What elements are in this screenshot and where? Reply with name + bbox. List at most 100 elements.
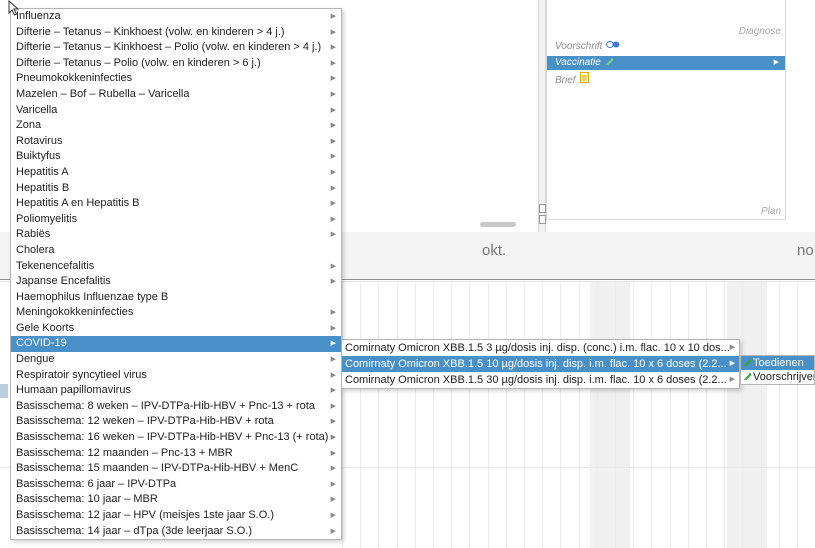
timeline-day-line [724,281,725,548]
submenu-arrow-icon: ▶ [330,324,336,332]
timeline-day-line [633,281,634,548]
menu-item-label: COVID-19 [16,337,67,350]
pills-icon [606,41,620,52]
menu-item[interactable]: Rotavirus ▶ [11,134,341,150]
menu-item[interactable]: Influenza ▶ [11,9,341,25]
timeline-day-line [378,281,379,548]
vaccine-product-item[interactable]: Comirnaty Omicron XBB.1.5 3 µg/dosis inj… [342,340,739,356]
menu-item[interactable]: Pneumokokkeninfecties ▶ [11,71,341,87]
menu-item[interactable]: Buiktyfus ▶ [11,149,341,165]
menu-item[interactable]: Hepatitis A ▶ [11,165,341,181]
vaccination-context-menu: Influenza ▶ Difterie – Tetanus – Kinkhoest… [10,8,342,541]
timeline-day-line [761,281,762,548]
submenu-arrow-icon: ▶ [330,527,336,535]
timeline-day-line [579,281,580,548]
menu-item-label: Gele Koorts [16,321,75,334]
submenu-arrow-icon: ▶ [330,90,336,98]
menu-item[interactable]: Zona ▶ [11,118,341,134]
submenu-arrow-icon: ▶ [330,59,336,67]
submenu-arrow-icon: ▶ [330,449,336,457]
menu-item[interactable]: Basisschema: 12 jaar – HPV (meisjes 1ste… [11,508,341,524]
menu-item-label: Basisschema: 8 weken – IPV-DTPa-Hib-HBV … [16,399,315,412]
menu-item-label: Meningokokkeninfecties [16,306,134,319]
submenu-arrow-icon: ▶ [330,512,336,519]
action-item-toedienen[interactable]: Toedienen [741,356,814,370]
timeline-day-line [742,281,743,548]
menu-item[interactable]: Hepatitis B ▶ [11,181,341,197]
menu-item[interactable]: Gele Koorts ▶ [11,321,341,337]
menu-item-label: Basisschema: 12 maanden – Pnc-13 + MBR [16,446,233,459]
menu-item[interactable]: Poliomyelitis ▶ [11,212,341,228]
menu-item[interactable]: Japanse Encefalitis ▶ [11,274,341,290]
timeline-day-line [433,281,434,548]
menu-item[interactable]: Basisschema: 12 weken – IPV-DTPa-Hib-HBV… [11,414,341,430]
timeline-day-line [651,281,652,548]
menu-item-label: Basisschema: 12 weken – IPV-DTPa-Hib-HBV… [16,415,274,428]
vaccine-product-label: Comirnaty Omicron XBB.1.5 3 µg/dosis inj… [345,342,730,354]
timeline-day-line [360,281,361,548]
soap-item-vaccinatie[interactable]: Vaccinatie ▶ [547,56,785,70]
timeline-day-line [451,281,452,548]
menu-item-label: Hepatitis A [16,165,69,178]
menu-item[interactable]: Difterie – Tetanus – Kinkhoest (volw. en… [11,25,341,41]
menu-item[interactable]: Mazelen – Bof – Rubella – Varicella ▶ [11,87,341,103]
menu-item[interactable]: Basisschema: 14 jaar – dTpa (3de leerjaa… [11,524,341,540]
menu-item-label: Pneumokokkeninfecties [16,72,133,85]
menu-item[interactable]: Rabiës ▶ [11,227,341,243]
timeline-day-line [706,281,707,548]
menu-item[interactable]: Varicella ▶ [11,103,341,119]
menu-item[interactable]: Humaan papillomavirus ▶ [11,383,341,399]
submenu-arrow-icon: ▶ [773,59,779,66]
document-icon [579,72,589,86]
vertical-splitter[interactable] [538,0,546,232]
soap-item-label: Brief [555,75,576,86]
submenu-arrow-icon: ▶ [330,168,336,176]
menu-item-label: Cholera [16,243,55,256]
submenu-arrow-icon: ▶ [330,309,336,317]
soap-item-brief[interactable]: Brief [547,72,785,86]
menu-item[interactable]: Meningokokkeninfecties ▶ [11,305,341,321]
weekend-shade [590,281,630,548]
timeline-day-line [560,281,561,548]
submenu-arrow-icon: ▶ [330,418,336,426]
splitter-grip-icon[interactable] [539,204,546,226]
menu-item[interactable]: Difterie – Tetanus – Kinkhoest – Polio (… [11,40,341,56]
menu-item-label: Basisschema: 6 jaar – IPV-DTPa [16,477,177,490]
covid19-vaccine-submenu: Comirnaty Omicron XBB.1.5 3 µg/dosis inj… [341,339,740,389]
menu-item[interactable]: Basisschema: 10 jaar – MBR ▶ [11,492,341,508]
menu-item[interactable]: Basisschema: 12 maanden – Pnc-13 + MBR ▶ [11,446,341,462]
menu-item-label: Hepatitis B [16,181,70,194]
menu-item[interactable]: Basisschema: 16 weken – IPV-DTPa-Hib-HBV… [11,430,341,446]
soap-panel: Diagnose Voorschrift Vaccinatie ▶ Brief Pla… [546,0,786,220]
soap-item-voorschrift[interactable]: Voorschrift [547,40,785,54]
menu-item[interactable]: Basisschema: 8 weken – IPV-DTPa-Hib-HBV … [11,399,341,415]
vaccine-product-item[interactable]: Comirnaty Omicron XBB.1.5 10 µg/dosis in… [342,356,739,372]
menu-item[interactable]: Basisschema: 15 maanden – IPV-DTPa-Hib-H… [11,461,341,477]
horizontal-scrollbar-thumb[interactable] [480,222,516,227]
menu-item[interactable]: Tekenencefalitis ▶ [11,259,341,275]
menu-item-label: Basisschema: 10 jaar – MBR [16,493,158,506]
timeline-event-marker[interactable] [0,384,8,398]
menu-item-label: Tekenencefalitis [16,259,95,272]
timeline-day-line [797,281,798,548]
menu-item[interactable]: COVID-19 ▶ [11,336,341,353]
menu-item-label: Basisschema: 14 jaar – dTpa (3de leerjaa… [16,524,253,537]
submenu-arrow-icon: ▶ [330,387,336,395]
menu-item[interactable]: Dengue ▶ [11,352,341,368]
submenu-arrow-icon: ▶ [330,371,336,379]
submenu-arrow-icon: ▶ [330,153,336,161]
submenu-arrow-icon: ▶ [330,480,336,488]
diagnose-label: Diagnose [738,26,781,37]
menu-item[interactable]: Difterie – Tetanus – Polio (volw. en kin… [11,56,341,72]
action-item-voorschrijven[interactable]: Voorschrijven [741,370,814,384]
menu-item[interactable]: Cholera [11,243,341,259]
timeline-day-line [597,281,598,548]
vaccine-product-label: Comirnaty Omicron XBB.1.5 10 µg/dosis in… [345,358,727,370]
menu-item-label: Basisschema: 12 jaar – HPV (meisjes 1ste… [16,509,274,521]
vaccine-product-item[interactable]: Comirnaty Omicron XBB.1.5 30 µg/dosis in… [342,372,739,388]
menu-item[interactable]: Respiratoir syncytieel virus ▶ [11,368,341,384]
submenu-arrow-icon: ▶ [330,402,336,410]
menu-item[interactable]: Basisschema: 6 jaar – IPV-DTPa ▶ [11,477,341,493]
menu-item[interactable]: Hepatitis A en Hepatitis B ▶ [11,196,341,212]
menu-item[interactable]: Haemophilus Influenzae type B [11,290,341,306]
